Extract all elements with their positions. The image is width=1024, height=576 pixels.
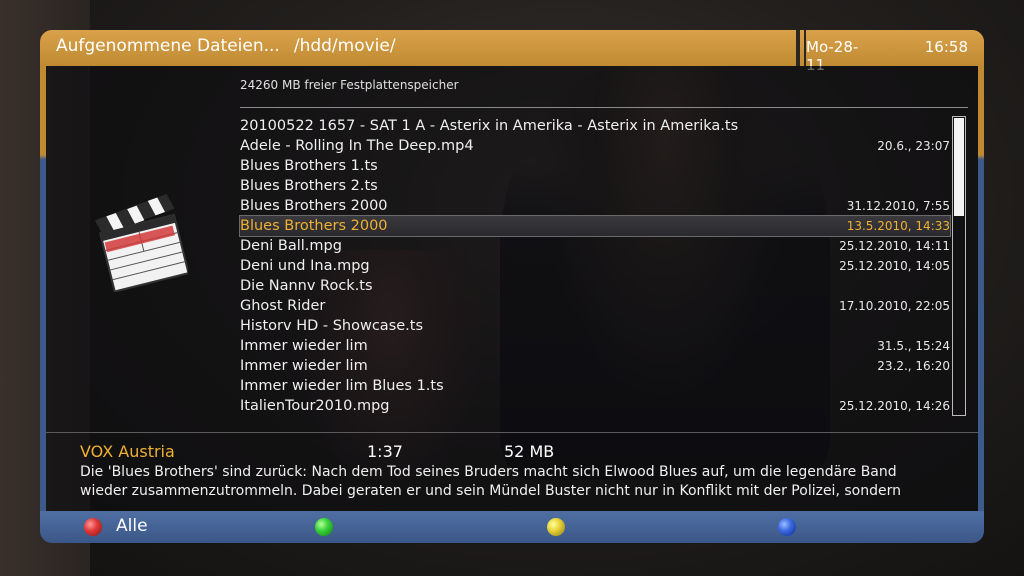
time-display: 16:58 xyxy=(924,38,968,56)
description: Die 'Blues Brothers' sind zurück: Nach d… xyxy=(80,463,940,501)
file-row[interactable]: Die Nannv Rock.ts xyxy=(240,276,950,296)
file-date: 13.5.2010, 14:33 xyxy=(846,219,950,233)
file-row[interactable]: Historv HD - Showcase.ts xyxy=(240,316,950,336)
file-date: 25.12.2010, 14:05 xyxy=(839,259,950,273)
file-name: Blues Brothers 1.ts xyxy=(240,158,378,174)
file-date: 17.10.2010, 22:05 xyxy=(839,299,950,313)
file-list[interactable]: 20100522 1657 - SAT 1 A - Asterix in Ame… xyxy=(239,116,951,416)
title-label: Aufgenommene Dateien... xyxy=(56,36,280,56)
file-name: Blues Brothers 2.ts xyxy=(240,178,378,194)
scrollbar-thumb[interactable] xyxy=(954,118,964,216)
file-name: Immer wieder lim Blues 1.ts xyxy=(240,378,444,394)
green-button-icon[interactable] xyxy=(315,518,333,536)
yellow-button-icon[interactable] xyxy=(547,518,565,536)
footer-bar: Alle xyxy=(40,511,984,543)
file-date: 31.12.2010, 7:55 xyxy=(846,199,950,213)
blue-button-icon[interactable] xyxy=(778,518,796,536)
file-name: Immer wieder lim xyxy=(240,338,368,354)
file-date: 23.2., 16:20 xyxy=(877,359,950,373)
file-name: Blues Brothers 2000 xyxy=(240,198,388,214)
page-title: Aufgenommene Dateien... /hdd/movie/ xyxy=(56,36,396,56)
header-divider xyxy=(796,30,800,66)
file-row-selected[interactable]: Blues Brothers 2000 13.5.2010, 14:33 xyxy=(239,215,951,237)
current-path: /hdd/movie/ xyxy=(293,36,396,56)
clapperboard-icon xyxy=(92,194,190,296)
file-name: Historv HD - Showcase.ts xyxy=(240,318,424,334)
file-name: Blues Brothers 2000 xyxy=(240,218,388,234)
file-date: 31.5., 15:24 xyxy=(877,339,950,353)
divider xyxy=(46,432,978,433)
file-name: Immer wieder lim xyxy=(240,358,368,374)
file-row[interactable]: Blues Brothers 2000 31.12.2010, 7:55 xyxy=(240,196,950,216)
file-name: Adele - Rolling In The Deep.mp4 xyxy=(240,138,474,154)
divider xyxy=(240,107,968,108)
file-name: 20100522 1657 - SAT 1 A - Asterix in Ame… xyxy=(240,118,739,134)
free-space-label: 24260 MB freier Festplattenspeicher xyxy=(240,78,459,92)
file-row[interactable]: Immer wieder lim 23.2., 16:20 xyxy=(240,356,950,376)
red-button-label[interactable]: Alle xyxy=(116,516,148,536)
file-row[interactable]: Blues Brothers 1.ts xyxy=(240,156,950,176)
file-size: 52 MB xyxy=(504,442,555,461)
file-row[interactable]: ItalienTour2010.mpg 25.12.2010, 14:26 xyxy=(240,396,950,416)
file-row[interactable]: Immer wieder lim Blues 1.ts xyxy=(240,376,950,396)
file-row[interactable]: Deni Ball.mpg 25.12.2010, 14:11 xyxy=(240,236,950,256)
red-button-icon[interactable] xyxy=(84,518,102,536)
file-name: Die Nannv Rock.ts xyxy=(240,278,373,294)
file-name: Ghost Rider xyxy=(240,298,326,314)
file-name: Deni und Ina.mpg xyxy=(240,258,370,274)
file-row[interactable]: Immer wieder lim 31.5., 15:24 xyxy=(240,336,950,356)
file-date: 25.12.2010, 14:26 xyxy=(839,399,950,413)
file-name: ItalienTour2010.mpg xyxy=(240,398,390,414)
file-row[interactable]: Adele - Rolling In The Deep.mp4 20.6., 23… xyxy=(240,136,950,156)
file-row[interactable]: Deni und Ina.mpg 25.12.2010, 14:05 xyxy=(240,256,950,276)
file-row[interactable]: Ghost Rider 17.10.2010, 22:05 xyxy=(240,296,950,316)
scrollbar[interactable] xyxy=(952,116,966,416)
file-name: Deni Ball.mpg xyxy=(240,238,342,254)
frame-right-edge xyxy=(978,66,984,511)
description-line: wieder zusammenzutrommeln. Dabei geraten… xyxy=(80,483,901,499)
header-bar: Aufgenommene Dateien... /hdd/movie/ Mo-28… xyxy=(40,30,984,74)
description-line: Die 'Blues Brothers' sind zurück: Nach d… xyxy=(80,464,897,480)
duration: 1:37 xyxy=(367,442,403,461)
file-date: 25.12.2010, 14:11 xyxy=(839,239,950,253)
channel-name: VOX Austria xyxy=(80,442,175,461)
file-date: 20.6., 23:07 xyxy=(877,139,950,153)
file-row[interactable]: Blues Brothers 2.ts xyxy=(240,176,950,196)
file-row[interactable]: 20100522 1657 - SAT 1 A - Asterix in Ame… xyxy=(240,116,950,136)
header-clock-area: Mo-28-11 16:58 xyxy=(806,30,984,74)
